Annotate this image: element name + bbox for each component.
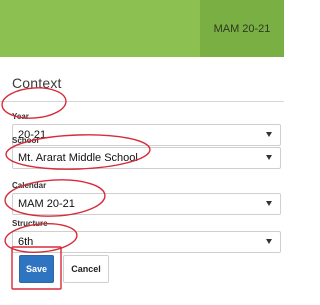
year-select[interactable]: 20-21 <box>12 124 281 146</box>
year-label: Year <box>12 112 29 121</box>
context-title: Context <box>12 75 62 91</box>
chevron-down-icon <box>266 239 272 244</box>
divider <box>0 101 284 102</box>
school-label: School <box>12 136 39 145</box>
structure-label: Structure <box>12 219 48 228</box>
calendar-tab[interactable]: MAM 20-21 <box>200 0 284 57</box>
save-button[interactable]: Save <box>19 255 54 283</box>
school-value: Mt. Ararat Middle School <box>18 152 138 164</box>
calendar-select[interactable]: MAM 20-21 <box>12 193 281 215</box>
structure-select[interactable]: 6th <box>12 231 281 253</box>
school-select[interactable]: Mt. Ararat Middle School <box>12 147 281 169</box>
calendar-label: Calendar <box>12 181 47 190</box>
top-header-bar: MAM 20-21 <box>0 0 284 57</box>
chevron-down-icon <box>266 201 272 206</box>
chevron-down-icon <box>266 155 272 160</box>
cancel-button[interactable]: Cancel <box>63 255 109 283</box>
calendar-value: MAM 20-21 <box>18 198 75 210</box>
chevron-down-icon <box>266 132 272 137</box>
structure-value: 6th <box>18 236 34 248</box>
